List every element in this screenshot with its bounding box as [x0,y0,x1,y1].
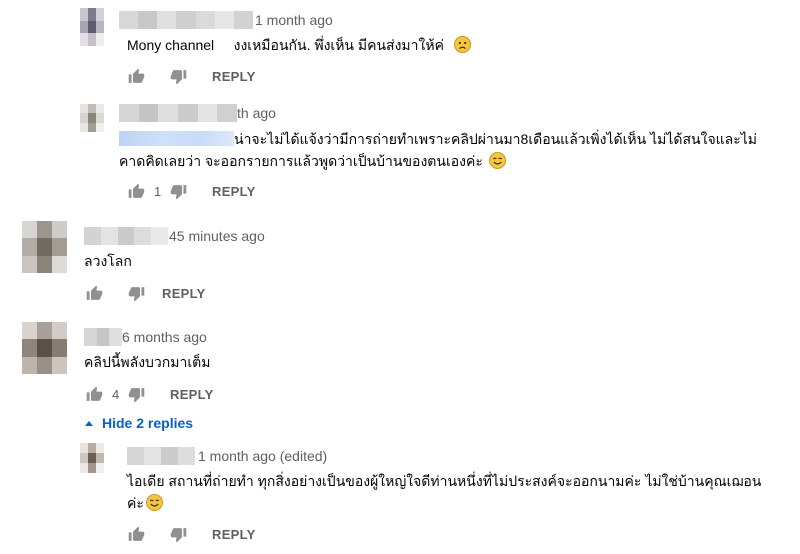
comment-text: ไอเดีย สถานที่ถ่ายทำ ทุกสิ่งอย่างเป็นของ… [127,470,787,514]
hide-replies-button[interactable]: Hide 2 replies [85,415,193,431]
like-icon[interactable] [84,283,104,303]
dislike-icon[interactable] [168,66,188,86]
dislike-icon[interactable] [126,384,146,404]
comment-actions: 1 REPLY [126,179,256,203]
comment-timestamp[interactable]: 6 months ago [122,328,207,346]
comment-body-line2: คาดคิดเลยว่า จะออกรายการแล้วพูดว่าเป็นบ้… [119,153,483,169]
comment-text: ลวงโลก [84,253,132,269]
comment-body-line1: ไอเดีย สถานที่ถ่ายทำ ทุกสิ่งอย่างเป็นของ… [127,473,762,489]
comment-body-line2: ค่ะ [127,495,144,511]
hide-replies-label: Hide 2 replies [102,415,194,431]
dislike-icon[interactable] [126,283,146,303]
mention-link[interactable]: Mony channel [127,37,214,53]
author-name-blurred[interactable] [119,104,238,122]
reply-button[interactable]: REPLY [212,69,256,84]
reply-button[interactable]: REPLY [212,527,256,542]
comment-text: คลิปนี้พลังบวกมาเต็ม [84,354,211,370]
comment-text: น่าจะไม่ได้แจ้งว่ามีการถ่ายทำเพราะคลิปผ่… [119,128,789,172]
avatar[interactable] [80,104,104,132]
author-name-blurred[interactable] [84,227,168,245]
smile-emoji [145,494,163,511]
comment-actions: REPLY [126,522,256,546]
like-icon[interactable] [126,524,146,544]
comment-body: งงเหมือนกัน. พึ่งเห็น มีคนส่งมาให้ค่ [233,37,444,53]
reply-button[interactable]: REPLY [212,184,256,199]
avatar[interactable] [80,443,104,473]
comment-timestamp[interactable]: th ago [237,104,276,122]
author-name-blurred[interactable] [119,11,253,29]
reply-button[interactable]: REPLY [162,286,206,301]
like-icon[interactable] [84,384,104,404]
chevron-up-icon [85,420,93,426]
avatar[interactable] [22,221,67,273]
like-icon[interactable] [126,66,146,86]
like-count: 4 [112,386,120,402]
mention-link-blurred[interactable] [119,131,234,146]
comment-timestamp[interactable]: 1 month ago (edited) [198,447,327,465]
comment-actions: REPLY [126,64,256,88]
comment-body-line1: น่าจะไม่ได้แจ้งว่ามีการถ่ายทำเพราะคลิปผ่… [234,131,758,147]
like-icon[interactable] [126,181,146,201]
reply-button[interactable]: REPLY [170,387,214,402]
dislike-icon[interactable] [168,181,188,201]
like-count: 1 [154,183,162,199]
comment-actions: REPLY [84,281,206,305]
comment-actions: 4 REPLY [84,382,214,406]
dislike-icon[interactable] [168,524,188,544]
avatar[interactable] [80,8,104,46]
author-name-blurred[interactable] [84,328,123,346]
sad-face-emoji [453,36,471,53]
smile-emoji [488,152,506,169]
comment-timestamp[interactable]: 1 month ago [255,11,333,29]
comment-timestamp[interactable]: 45 minutes ago [169,227,265,245]
avatar[interactable] [22,322,67,374]
comment-text: Mony channel งงเหมือนกัน. พึ่งเห็น มีคนส… [127,34,471,56]
author-name-blurred[interactable] [127,447,195,465]
